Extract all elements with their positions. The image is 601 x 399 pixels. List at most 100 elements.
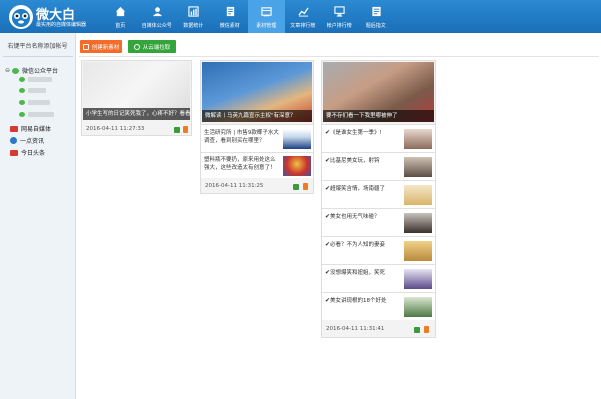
card-sub-item[interactable]: ✔没想爆笑和妞姐，笑死 (322, 264, 435, 292)
card-date: 2016-04-11 11:31:25 (205, 183, 264, 189)
tree-platform-netease[interactable]: 网易自媒体 (10, 124, 51, 133)
material-manage-icon (261, 7, 272, 17)
tree-account[interactable] (19, 112, 54, 117)
nav-stats[interactable]: 数据统计 (175, 0, 212, 33)
wechat-icon (12, 67, 20, 74)
delete-icon[interactable] (303, 183, 308, 190)
app-tagline: 最实用的自媒体编辑器 (36, 22, 87, 28)
card-caption: 小学生写的日记笑死我了，心疼不好？看看！ (83, 108, 190, 120)
card-sub-item[interactable]: ✔美女讲现根的18个好处 (322, 292, 435, 320)
card-date: 2016-04-11 11:27:33 (86, 126, 145, 132)
nav-material-manage[interactable]: 素材管理 (248, 0, 285, 33)
nav-label: 自媒体公众号 (141, 23, 172, 29)
tree-platform-yidian[interactable]: 一点资讯 (10, 136, 44, 145)
tree-account[interactable] (19, 88, 46, 93)
cloud-icon (133, 43, 140, 50)
material-card[interactable]: 要不存们看一下我里哪被伸了 ✔《是谁女生第一季》! ✔比基尼美女玩，射钩 ✔超爆… (321, 60, 436, 338)
card-caption: 要不存们看一下我里哪被伸了 (323, 110, 434, 122)
sub-item-thumbnail (404, 297, 432, 317)
nav-label: 数据统计 (183, 23, 204, 29)
tree-label: 网易自媒体 (21, 126, 52, 133)
nav-text[interactable]: 题后指文 (358, 0, 395, 33)
redacted-account-name (28, 100, 50, 105)
sub-item-title: 生活研究所 | 市售9款椰子水大调查，看到别买在哪里？ (204, 130, 279, 144)
edit-icon[interactable] (414, 327, 420, 333)
sub-item-thumbnail (404, 185, 432, 205)
redacted-account-name (28, 88, 46, 93)
logo-icon (9, 5, 33, 29)
home-icon (115, 6, 126, 17)
sub-item-title: ✔必看？不为人知的妻妾 (325, 241, 386, 248)
tree-label: 微信公众平台 (22, 68, 59, 75)
sub-item-title: ✔没想爆笑和妞姐，笑死 (325, 269, 386, 276)
card-sub-item[interactable]: 生活研究所 | 市售9款椰子水大调查，看到别买在哪里？ (201, 124, 313, 152)
tree-platform-toutiao[interactable]: 今日头条 (10, 148, 45, 157)
tree-wechat-platform[interactable]: ⊖ 微信公众平台 (5, 66, 58, 75)
delete-icon[interactable] (424, 326, 429, 333)
nav-label: 帐户排行榜 (326, 23, 352, 29)
sub-item-title: ✔超爆笑含情，场南疆了 (325, 185, 386, 192)
nav-label: 文章排行榜 (290, 23, 316, 29)
material-card[interactable]: 小学生写的日记笑死我了，心疼不好？看看！ 2016-04-11 11:27:33 (81, 60, 192, 136)
sidebar: 右键平台名称添加帐号 ⊖ 微信公众平台 网易自媒体 一点资讯 今日头条 (0, 33, 76, 399)
tree-account[interactable] (19, 77, 52, 82)
card-sub-item[interactable]: ✔比基尼美女玩，射钩 (322, 152, 435, 180)
nav-account-rank[interactable]: 帐户排行榜 (321, 0, 358, 33)
redacted-account-name (28, 77, 52, 82)
stats-icon (188, 6, 199, 17)
main-nav: 首页 自媒体公众号 数据统计 微信素材 素材管理 文章排行榜 帐户排行榜 题后指… (102, 0, 394, 33)
create-material-label: 创建新素材 (91, 44, 120, 51)
edit-icon[interactable] (174, 127, 180, 133)
nav-label: 微信素材 (219, 23, 240, 29)
sub-item-title: 塑料瓶不要扔，原来用处这么强大，这些改造太有创意了！ (204, 157, 276, 171)
sub-item-title: ✔比基尼美女玩，射钩 (325, 157, 380, 164)
nav-label: 题后指文 (365, 23, 386, 29)
wechat-icon (19, 88, 25, 93)
material-card[interactable]: 微解读丨马英九篇宣示主权"有深意？ 生活研究所 | 市售9款椰子水大调查，看到别… (200, 60, 314, 194)
card-sub-item[interactable]: ✔《是谁女生第一季》! (322, 124, 435, 152)
text-icon (371, 6, 381, 17)
sub-item-thumbnail (404, 213, 432, 233)
wechat-icon (19, 77, 25, 82)
sub-item-thumbnail (283, 156, 311, 176)
card-caption: 微解读丨马英九篇宣示主权"有深意？ (202, 110, 312, 122)
sub-item-title: ✔美女讲现根的18个好处 (325, 297, 387, 304)
card-sub-item[interactable]: ✔必看？不为人知的妻妾 (322, 236, 435, 264)
card-cover-image: 要不存们看一下我里哪被伸了 (323, 62, 434, 122)
card-sub-item[interactable]: 塑料瓶不要扔，原来用处这么强大，这些改造太有创意了！ (201, 152, 313, 178)
wechat-icon (19, 100, 25, 105)
sub-item-thumbnail (283, 129, 311, 149)
nav-wechat-material[interactable]: 微信素材 (212, 0, 249, 33)
card-cover-image: 小学生写的日记笑死我了，心疼不好？看看！ (83, 62, 190, 120)
nav-home[interactable]: 首页 (102, 0, 139, 33)
edit-icon[interactable] (293, 184, 299, 190)
new-file-icon (82, 43, 89, 50)
nav-article-rank[interactable]: 文章排行榜 (285, 0, 322, 33)
article-rank-icon (297, 7, 309, 17)
cloud-pull-label: 从云端拉取 (142, 44, 171, 51)
tree-label: 一点资讯 (20, 138, 45, 145)
toolbar-divider (79, 56, 599, 57)
tree-account[interactable] (19, 100, 50, 105)
sub-item-title: ✔《是谁女生第一季》! (325, 129, 382, 136)
toutiao-icon (10, 149, 18, 156)
sidebar-divider (3, 56, 73, 57)
nav-accounts[interactable]: 自媒体公众号 (139, 0, 176, 33)
account-icon (152, 7, 162, 17)
wechat-icon (19, 112, 25, 117)
card-cover-image: 微解读丨马英九篇宣示主权"有深意？ (202, 62, 312, 122)
create-material-button[interactable]: 创建新素材 (80, 40, 122, 53)
nav-label: 素材管理 (256, 23, 277, 29)
netease-icon (10, 125, 18, 132)
delete-icon[interactable] (183, 126, 188, 133)
card-sub-item[interactable]: ✔美女也用无气味碰？ (322, 208, 435, 236)
sub-item-thumbnail (404, 157, 432, 177)
cloud-pull-button[interactable]: 从云端拉取 (128, 40, 176, 53)
sub-item-thumbnail (404, 129, 432, 149)
top-header: 微大白 最实用的自媒体编辑器 首页 自媒体公众号 数据统计 微信素材 素材管理 … (0, 0, 601, 33)
redacted-account-name (28, 112, 54, 117)
card-sub-item[interactable]: ✔超爆笑含情，场南疆了 (322, 180, 435, 208)
sub-item-thumbnail (404, 269, 432, 289)
sub-item-title: ✔美女也用无气味碰？ (325, 213, 380, 220)
collapse-icon[interactable]: ⊖ (5, 67, 10, 74)
